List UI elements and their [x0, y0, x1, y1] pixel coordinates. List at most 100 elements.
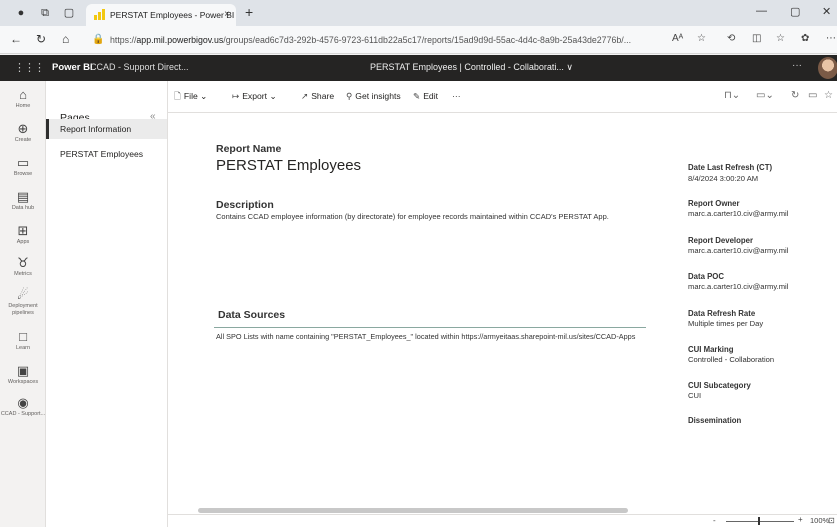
new-tab-button[interactable]: + — [245, 4, 253, 20]
export-menu[interactable]: ↦ Export ⌄ — [232, 91, 277, 102]
close-window-icon[interactable]: ✕ — [822, 5, 831, 18]
home-icon: ⌂ — [19, 87, 27, 102]
data-sources-value: All SPO Lists with name containing "PERS… — [216, 332, 636, 341]
report-developer-value: marc.a.carter10.civ@army.mil — [688, 246, 789, 255]
url-field[interactable]: https://app.mil.powerbigov.us/groups/ead… — [110, 32, 668, 48]
split-screen-icon[interactable]: ◫ — [752, 33, 761, 44]
zoom-level: 100% — [810, 516, 830, 525]
dissemination-label: Dissemination — [688, 416, 742, 425]
refresh-visuals-icon[interactable]: ↻ — [791, 90, 799, 101]
page-tab-perstat-employees[interactable]: PERSTAT Employees — [46, 144, 167, 164]
cui-marking-label: CUI Marking — [688, 345, 734, 354]
copilot-icon[interactable]: ✿ — [801, 33, 809, 44]
report-owner-label: Report Owner — [688, 199, 740, 208]
lock-icon[interactable]: 🔒 — [92, 34, 104, 45]
favorite-icon[interactable]: ☆ — [824, 90, 833, 101]
extensions-icon[interactable]: ⟲ — [727, 33, 735, 44]
book-icon: □ — [19, 329, 27, 344]
zoom-slider-track[interactable] — [726, 521, 794, 522]
zoom-slider-thumb[interactable] — [758, 517, 760, 525]
edit-button[interactable]: ✎ Edit — [413, 91, 438, 102]
profile-icon[interactable]: ● — [14, 6, 28, 20]
browser-tab[interactable]: PERSTAT Employees - Power BI × — [86, 4, 236, 26]
back-icon[interactable]: ← — [10, 32, 22, 46]
address-bar-row: ← ↻ ⌂ 🔒 https://app.mil.powerbigov.us/gr… — [0, 26, 837, 54]
report-owner-value: marc.a.carter10.civ@army.mil — [688, 209, 789, 218]
toolbar-more-icon[interactable]: ··· — [452, 91, 461, 101]
data-hub-icon: ▤ — [16, 189, 30, 204]
powerbi-header: ⋮⋮⋮ Power BI CCAD - Support Direct... PE… — [0, 55, 837, 81]
zoom-out-button[interactable]: - — [713, 516, 716, 525]
file-menu[interactable]: 🗋 File ⌄ — [174, 91, 207, 105]
refresh-icon[interactable]: ↻ — [36, 32, 46, 46]
fit-to-page-icon[interactable]: ⊡ — [828, 516, 835, 525]
workspaces-icon: ▣ — [16, 363, 30, 378]
favorites-bar-icon[interactable]: ☆ — [776, 33, 785, 44]
home-browser-icon[interactable]: ⌂ — [62, 32, 69, 46]
workspace-badge-icon: ◉ — [17, 395, 29, 410]
favorite-star-icon[interactable]: ☆ — [697, 33, 706, 44]
data-refresh-rate-label: Data Refresh Rate — [688, 309, 756, 318]
cui-marking-value: Controlled - Collaboration — [688, 355, 775, 364]
collections-icon[interactable]: ⧉ — [38, 6, 52, 20]
report-toolbar: 🗋 File ⌄ ↦ Export ⌄ ↗ Share ⚲ Get insights ✎… — [168, 81, 837, 113]
chevron-down-icon: ⌄ — [269, 91, 277, 101]
data-sources-divider — [214, 327, 646, 328]
bookmark-icon[interactable]: ⊓⌄ — [724, 90, 740, 101]
get-insights-button[interactable]: ⚲ Get insights — [346, 91, 401, 102]
header-more-icon[interactable]: ··· — [792, 60, 802, 71]
report-title-dropdown[interactable]: PERSTAT Employees | Controlled - Collabo… — [370, 62, 573, 73]
description-value: Contains CCAD employee information (by d… — [216, 212, 609, 221]
rail-item-deployment-pipelines[interactable]: ☄ Deployment pipelines — [0, 287, 46, 317]
rail-item-ccad-support[interactable]: ◉ CCAD - Support... — [0, 395, 46, 418]
data-refresh-rate-value: Multiple times per Day — [688, 319, 764, 328]
page-tab-report-information[interactable]: Report Information — [46, 119, 167, 139]
report-canvas: Report Name PERSTAT Employees Descriptio… — [168, 113, 837, 514]
canvas-horizontal-scrollbar[interactable] — [198, 508, 628, 513]
minimize-icon[interactable]: — — [756, 5, 767, 17]
rail-item-create[interactable]: ⊕ Create — [0, 121, 46, 144]
app-launcher-icon[interactable]: ⋮⋮⋮ — [14, 61, 45, 74]
file-icon: 🗋 — [174, 91, 181, 101]
share-icon: ↗ — [301, 91, 309, 101]
rail-item-data-hub[interactable]: ▤ Data hub — [0, 189, 46, 212]
rail-item-workspaces[interactable]: ▣ Workspaces — [0, 363, 46, 386]
left-nav-rail: ⌂ Home ⊕ Create ▭ Browse ▤ Data hub ⊞ Ap… — [0, 81, 46, 527]
date-last-refresh-label: Date Last Refresh (CT) — [688, 163, 773, 172]
share-button[interactable]: ↗ Share — [301, 91, 334, 102]
date-last-refresh-value: 8/4/2024 3:00:20 AM — [688, 174, 759, 183]
plus-circle-icon: ⊕ — [17, 121, 29, 136]
rail-item-apps[interactable]: ⊞ Apps — [0, 223, 46, 246]
chevron-down-icon: ⌄ — [200, 91, 208, 101]
rail-item-browse[interactable]: ▭ Browse — [0, 155, 46, 178]
cui-subcategory-value: CUI — [688, 391, 702, 400]
cui-subcategory-label: CUI Subcategory — [688, 381, 751, 390]
lightbulb-icon: ⚲ — [346, 91, 353, 101]
view-icon[interactable]: ▭⌄ — [756, 90, 774, 101]
powerbi-brand[interactable]: Power BI — [52, 62, 93, 73]
rail-item-learn[interactable]: □ Learn — [0, 329, 46, 352]
browser-menu-icon[interactable]: ⋯ — [826, 33, 836, 44]
tab-actions-icon[interactable]: ▢ — [62, 6, 76, 20]
trophy-icon: ♉ — [17, 255, 29, 270]
rail-item-metrics[interactable]: ♉ Metrics — [0, 255, 46, 278]
zoom-in-button[interactable]: + — [798, 515, 803, 524]
pages-pane: Pages « Report Information PERSTAT Emplo… — [46, 81, 168, 527]
data-sources-label: Data Sources — [218, 309, 286, 321]
comment-icon[interactable]: ▭ — [808, 90, 817, 101]
description-label: Description — [216, 199, 274, 211]
rocket-icon: ☄ — [17, 287, 29, 302]
apps-icon: ⊞ — [17, 223, 29, 238]
workspace-name[interactable]: CCAD - Support Direct... — [90, 62, 189, 72]
avatar[interactable] — [818, 57, 837, 79]
rail-item-home[interactable]: ⌂ Home — [0, 87, 46, 110]
browser-tab-strip: ● ⧉ ▢ PERSTAT Employees - Power BI × + —… — [0, 0, 837, 26]
data-poc-label: Data POC — [688, 272, 724, 281]
maximize-icon[interactable]: ▢ — [790, 5, 800, 18]
status-bar: - + 100% ⊡ — [168, 514, 837, 527]
report-name-value: PERSTAT Employees — [216, 157, 362, 174]
read-aloud-icon[interactable]: Aᴬ — [672, 33, 683, 44]
report-developer-label: Report Developer — [688, 236, 753, 245]
tab-title: PERSTAT Employees - Power BI — [110, 10, 235, 20]
tab-close-icon[interactable]: × — [224, 4, 230, 26]
